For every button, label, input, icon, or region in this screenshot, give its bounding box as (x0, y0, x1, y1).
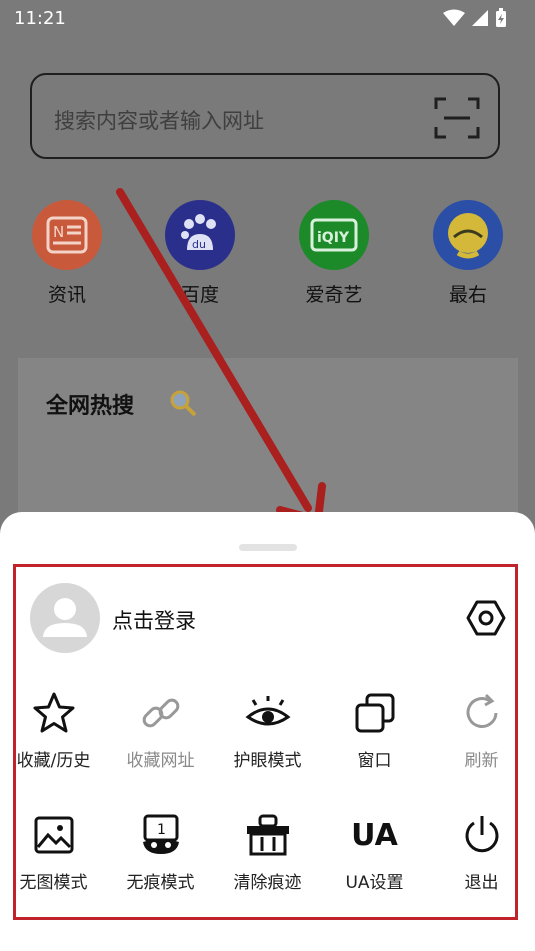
menu-clear-traces[interactable]: 清除痕迹 (214, 810, 321, 893)
hot-search-title: 全网热搜 (46, 394, 135, 419)
shortcut-label: 爱奇艺 (305, 284, 363, 306)
settings-hexagon-icon[interactable] (466, 598, 506, 638)
search-placeholder: 搜索内容或者输入网址 (54, 109, 264, 133)
menu-ua-settings[interactable]: UA UA设置 (321, 810, 428, 894)
menu-exit[interactable]: 退出 (428, 810, 535, 893)
menu-favorites-history[interactable]: 收藏/历史 (0, 688, 107, 771)
magnifier-icon (170, 390, 197, 417)
eye-icon (244, 696, 291, 726)
menu-label: UA设置 (345, 873, 404, 893)
menu-label: 护眼模式 (233, 751, 302, 771)
drag-handle[interactable] (239, 544, 297, 551)
svg-text:iQIY: iQIY (317, 230, 350, 246)
user-icon (43, 598, 87, 637)
menu-no-image[interactable]: 无图模式 (0, 810, 107, 893)
image-icon (34, 816, 73, 854)
menu-label: 刷新 (464, 751, 499, 771)
iqiyi-icon: iQIY (299, 200, 369, 270)
menu-incognito[interactable]: 1 无痕模式 (107, 810, 214, 893)
menu-label: 退出 (464, 873, 499, 893)
incognito-mask-icon: 1 (142, 814, 179, 854)
battery-icon (496, 8, 506, 27)
svg-text:N: N (53, 223, 64, 241)
menu-label: 清除痕迹 (233, 873, 302, 893)
menu-label: 窗口 (357, 751, 392, 771)
menu-bookmark-url[interactable]: 收藏网址 (107, 688, 214, 771)
star-icon (33, 692, 74, 733)
menu-windows[interactable]: 窗口 (321, 688, 428, 771)
menu-label: 收藏/历史 (16, 751, 91, 771)
shortcut-iqiyi[interactable]: iQIY 爱奇艺 (284, 200, 384, 307)
avatar[interactable] (30, 583, 100, 653)
login-link[interactable]: 点击登录 (112, 605, 196, 635)
system-icons (443, 8, 507, 28)
news-icon: N (32, 200, 102, 270)
shortcut-baidu[interactable]: du 百度 (150, 200, 250, 307)
scan-icon[interactable] (434, 97, 480, 139)
menu-label: 无痕模式 (126, 873, 195, 893)
zuiyou-icon (433, 200, 503, 270)
search-bar[interactable]: 搜索内容或者输入网址 (30, 73, 500, 159)
shortcut-news[interactable]: N 资讯 (17, 200, 117, 307)
baidu-paw-icon: du (165, 200, 235, 270)
signal-icon (472, 10, 488, 26)
svg-text:du: du (192, 238, 206, 251)
shortcut-label: 资讯 (47, 284, 86, 306)
wifi-icon (443, 9, 465, 26)
link-icon (142, 698, 179, 728)
ua-icon: UA (351, 817, 398, 853)
menu-refresh[interactable]: 刷新 (428, 688, 535, 771)
status-time: 11:21 (14, 8, 66, 29)
svg-text:1: 1 (157, 822, 166, 838)
menu-label: 无图模式 (19, 873, 88, 893)
refresh-icon (466, 693, 497, 728)
menu-eye-care[interactable]: 护眼模式 (214, 688, 321, 771)
clear-basket-icon (246, 814, 289, 856)
menu-label: 收藏网址 (126, 751, 195, 771)
status-bar: 11:21 (0, 0, 535, 36)
shortcut-label: 最右 (448, 284, 487, 306)
hot-search-card[interactable]: 全网热搜 (18, 358, 518, 528)
shortcut-label: 百度 (180, 284, 219, 306)
windows-icon (355, 693, 394, 733)
shortcut-zuiyou[interactable]: 最右 (418, 200, 518, 307)
power-icon (465, 816, 498, 853)
